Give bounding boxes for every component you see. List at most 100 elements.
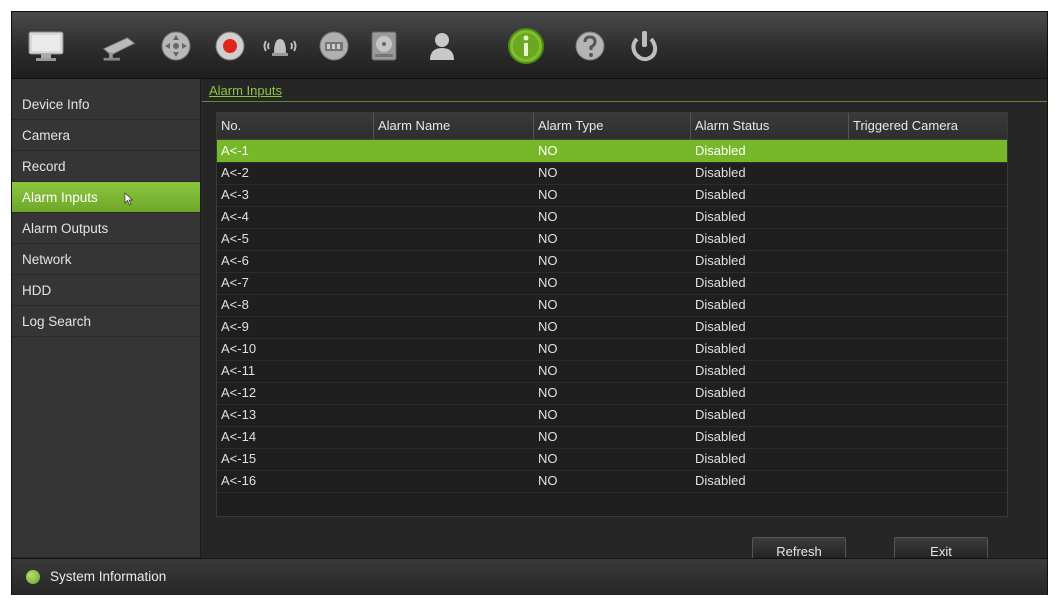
cell-alarm-status: Disabled xyxy=(695,165,746,180)
sidebar-item-label: Record xyxy=(22,159,66,174)
column-header-alarm-name[interactable]: Alarm Name xyxy=(374,113,534,139)
table-row[interactable]: A<-14 NO Disabled xyxy=(217,426,1007,449)
sidebar-item-alarm-outputs[interactable]: Alarm Outputs xyxy=(12,213,200,244)
cell-no: A<-12 xyxy=(221,385,257,400)
monitor-icon[interactable] xyxy=(26,26,66,66)
cell-triggered-camera xyxy=(849,184,1007,206)
sidebar-item-log-search[interactable]: Log Search xyxy=(12,306,200,337)
cell-triggered-camera xyxy=(849,228,1007,250)
table-row[interactable]: A<-5 NO Disabled xyxy=(217,228,1007,251)
cell-alarm-status: Disabled xyxy=(695,209,746,224)
cell-triggered-camera xyxy=(849,294,1007,316)
cell-alarm-name xyxy=(374,250,534,272)
cell-triggered-camera xyxy=(849,140,1007,162)
info-icon[interactable] xyxy=(506,26,546,66)
record-icon[interactable] xyxy=(210,26,250,66)
table-row[interactable]: A<-16 NO Disabled xyxy=(217,470,1007,493)
cell-alarm-status: Disabled xyxy=(695,385,746,400)
cell-alarm-name xyxy=(374,338,534,360)
cell-triggered-camera xyxy=(849,470,1007,492)
cell-alarm-status: Disabled xyxy=(695,143,746,158)
cell-alarm-type: NO xyxy=(538,231,558,246)
cell-alarm-status: Disabled xyxy=(695,187,746,202)
cell-alarm-status: Disabled xyxy=(695,341,746,356)
table-row[interactable]: A<-13 NO Disabled xyxy=(217,404,1007,427)
cell-triggered-camera xyxy=(849,272,1007,294)
app-window: Device Info Camera Record Alarm Inputs A… xyxy=(12,12,1047,595)
sidebar-item-label: Alarm Inputs xyxy=(22,190,98,205)
table-row[interactable]: A<-4 NO Disabled xyxy=(217,206,1007,229)
table-row[interactable]: A<-8 NO Disabled xyxy=(217,294,1007,317)
cell-alarm-type: NO xyxy=(538,473,558,488)
cell-no: A<-9 xyxy=(221,319,249,334)
column-header-triggered-camera[interactable]: Triggered Camera xyxy=(849,113,1007,139)
cell-alarm-name xyxy=(374,382,534,404)
cell-triggered-camera xyxy=(849,206,1007,228)
cell-alarm-status: Disabled xyxy=(695,451,746,466)
help-icon[interactable] xyxy=(570,26,610,66)
cell-alarm-status: Disabled xyxy=(695,407,746,422)
info-icon xyxy=(26,570,40,584)
cell-alarm-type: NO xyxy=(538,385,558,400)
sidebar-item-alarm-inputs[interactable]: Alarm Inputs xyxy=(12,182,200,213)
hdd-icon[interactable] xyxy=(364,26,404,66)
table-row[interactable]: A<-7 NO Disabled xyxy=(217,272,1007,295)
cell-triggered-camera xyxy=(849,316,1007,338)
sidebar-item-label: Network xyxy=(22,252,72,267)
table-row[interactable]: A<-3 NO Disabled xyxy=(217,184,1007,207)
table-row[interactable]: A<-12 NO Disabled xyxy=(217,382,1007,405)
table-row[interactable]: A<-10 NO Disabled xyxy=(217,338,1007,361)
cell-alarm-type: NO xyxy=(538,297,558,312)
cell-alarm-status: Disabled xyxy=(695,275,746,290)
cell-alarm-name xyxy=(374,426,534,448)
table-row[interactable]: A<-1 NO Disabled xyxy=(217,140,1007,163)
sidebar-item-label: Log Search xyxy=(22,314,92,329)
alarm-icon[interactable] xyxy=(260,26,300,66)
alarm-inputs-table: No. Alarm Name Alarm Type Alarm Status T… xyxy=(216,112,1008,517)
sidebar-item-network[interactable]: Network xyxy=(12,244,200,275)
breadcrumb-divider xyxy=(202,101,1047,102)
cell-alarm-type: NO xyxy=(538,143,558,158)
cell-alarm-name xyxy=(374,404,534,426)
cell-alarm-type: NO xyxy=(538,429,558,444)
table-row[interactable]: A<-2 NO Disabled xyxy=(217,162,1007,185)
cell-no: A<-8 xyxy=(221,297,249,312)
table-row[interactable]: A<-9 NO Disabled xyxy=(217,316,1007,339)
table-row[interactable]: A<-11 NO Disabled xyxy=(217,360,1007,383)
sidebar-item-record[interactable]: Record xyxy=(12,151,200,182)
table-row[interactable]: A<-6 NO Disabled xyxy=(217,250,1007,273)
column-header-no[interactable]: No. xyxy=(217,113,374,139)
cell-no: A<-3 xyxy=(221,187,249,202)
cell-no: A<-6 xyxy=(221,253,249,268)
cell-alarm-name xyxy=(374,206,534,228)
breadcrumb[interactable]: Alarm Inputs xyxy=(209,83,282,98)
cell-alarm-type: NO xyxy=(538,451,558,466)
cell-alarm-status: Disabled xyxy=(695,231,746,246)
cell-alarm-type: NO xyxy=(538,275,558,290)
cell-alarm-name xyxy=(374,184,534,206)
sidebar-item-camera[interactable]: Camera xyxy=(12,120,200,151)
cell-no: A<-4 xyxy=(221,209,249,224)
top-toolbar xyxy=(12,12,1047,79)
cell-alarm-name xyxy=(374,316,534,338)
column-header-alarm-status[interactable]: Alarm Status xyxy=(691,113,849,139)
network-icon[interactable] xyxy=(314,26,354,66)
table-row[interactable]: A<-15 NO Disabled xyxy=(217,448,1007,471)
cell-alarm-type: NO xyxy=(538,363,558,378)
cell-alarm-status: Disabled xyxy=(695,473,746,488)
cell-alarm-status: Disabled xyxy=(695,319,746,334)
sidebar-item-label: HDD xyxy=(22,283,52,298)
camera-icon[interactable] xyxy=(100,26,140,66)
cell-alarm-status: Disabled xyxy=(695,253,746,268)
power-icon[interactable] xyxy=(624,26,664,66)
user-icon[interactable] xyxy=(422,26,462,66)
cell-alarm-status: Disabled xyxy=(695,297,746,312)
sidebar-item-device-info[interactable]: Device Info xyxy=(12,89,200,120)
cell-alarm-status: Disabled xyxy=(695,429,746,444)
cell-triggered-camera xyxy=(849,404,1007,426)
cell-alarm-status: Disabled xyxy=(695,363,746,378)
status-bar: System Information xyxy=(12,558,1047,595)
column-header-alarm-type[interactable]: Alarm Type xyxy=(534,113,691,139)
sidebar-item-hdd[interactable]: HDD xyxy=(12,275,200,306)
ptz-icon[interactable] xyxy=(156,26,196,66)
